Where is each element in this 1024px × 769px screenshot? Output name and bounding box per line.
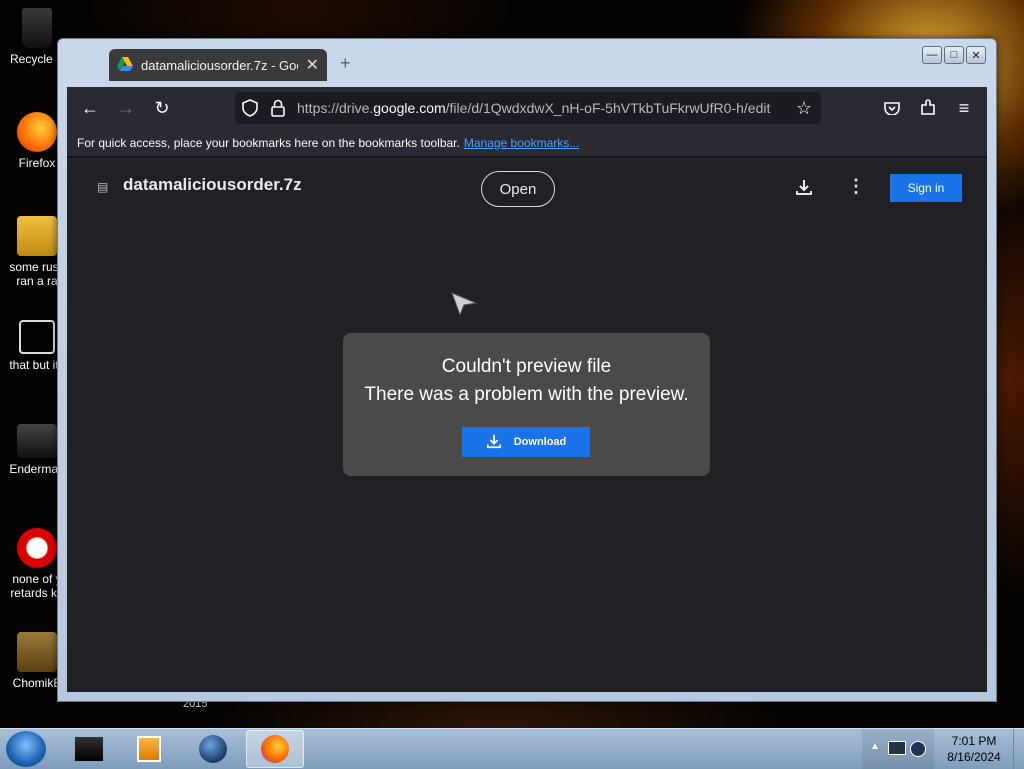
mouse-cursor-icon	[450, 291, 478, 322]
download-button[interactable]: Download	[462, 427, 590, 457]
manage-bookmarks-link[interactable]: Manage bookmarks...	[464, 136, 579, 150]
red-circle-icon	[17, 528, 57, 568]
desktop-icon-label: Firefox	[18, 156, 56, 170]
hamster-icon	[17, 632, 57, 672]
firefox-icon	[17, 112, 57, 152]
file-name: datamaliciousorder.7z	[123, 175, 302, 194]
forward-arrow-icon[interactable]: →	[115, 97, 137, 119]
navigation-toolbar: ← → ↻ https://drive. google.com/file/d/1Q…	[67, 87, 987, 129]
lock-icon[interactable]	[267, 97, 289, 119]
drive-page: ▤ datamaliciousorder.7z Open ⋮ Sign in C…	[67, 158, 987, 692]
sign-in-button[interactable]: Sign in	[890, 174, 962, 202]
bookmark-star-icon[interactable]: ☆	[793, 97, 815, 119]
clock-time: 7:01 PM	[951, 734, 997, 748]
black-box-icon	[75, 737, 103, 761]
program-icon	[17, 424, 57, 458]
window-controls: — □ ✕	[922, 46, 986, 64]
start-button[interactable]	[6, 731, 46, 767]
shield-icon[interactable]	[239, 97, 261, 119]
browser-content: ← → ↻ https://drive. google.com/file/d/1Q…	[67, 87, 987, 692]
media-player-icon	[137, 736, 161, 762]
desktop-icon-label: Recycle B	[9, 52, 65, 66]
open-button[interactable]: Open	[481, 171, 555, 207]
url-bar[interactable]: https://drive. google.com/file/d/1QwdxdwX…	[235, 92, 821, 124]
taskbar-app-1[interactable]	[60, 730, 118, 768]
show-desktop-button[interactable]	[1013, 729, 1024, 769]
download-button-label: Download	[513, 436, 567, 448]
url-path: /file/d/1QwdxdwX_nH-oF-5hVTkbTuFkrwUfR0-…	[445, 100, 771, 116]
clock[interactable]: 7:01 PM 8/16/2024	[934, 733, 1014, 765]
reload-icon[interactable]: ↻	[151, 97, 173, 119]
new-tab-icon[interactable]: +	[340, 53, 351, 74]
volume-icon[interactable]	[910, 741, 926, 757]
minimize-button[interactable]: —	[922, 46, 942, 64]
firefox-icon	[261, 735, 289, 763]
browser-window: datamaliciousorder.7z - Google ✕ + — □ ✕…	[57, 38, 997, 702]
google-drive-icon	[117, 56, 133, 74]
taskbar: ▲ 7:01 PM 8/16/2024	[0, 728, 1024, 769]
close-window-button[interactable]: ✕	[966, 46, 986, 64]
preview-error-message: There was a problem with the preview.	[364, 384, 689, 405]
url-domain: google.com	[373, 100, 446, 116]
show-hidden-icons-icon[interactable]: ▲	[870, 741, 880, 752]
tab-drive-file[interactable]: datamaliciousorder.7z - Google ✕	[109, 49, 327, 81]
taskbar-firefox[interactable]	[246, 730, 304, 768]
file-icon: ▤	[97, 180, 109, 194]
desktop-icon-label: none of y retards kn	[10, 572, 64, 600]
close-tab-icon[interactable]: ✕	[306, 55, 319, 75]
bookmarks-toolbar: For quick access, place your bookmarks h…	[67, 129, 987, 157]
desktop-icon-label: ChomikB	[12, 676, 62, 690]
taskbar-media-player[interactable]	[120, 730, 178, 768]
menu-icon[interactable]: ≡	[953, 97, 975, 119]
download-icon	[486, 433, 502, 452]
bookmarks-hint: For quick access, place your bookmarks h…	[77, 135, 460, 150]
tab-title: datamaliciousorder.7z - Google	[141, 57, 298, 73]
extensions-icon[interactable]	[917, 97, 939, 119]
taskbar-app-3[interactable]	[184, 730, 242, 768]
pocket-icon[interactable]	[881, 97, 903, 119]
network-icon[interactable]	[888, 741, 906, 755]
url-prefix: https://drive.	[297, 100, 374, 116]
stacked-windows-icon	[19, 320, 55, 354]
download-icon[interactable]	[795, 178, 813, 201]
clock-date: 8/16/2024	[947, 750, 1001, 764]
globe-icon	[199, 735, 227, 763]
recycle-bin-icon	[22, 8, 52, 48]
preview-error-title: Couldn't preview file	[441, 356, 612, 377]
maximize-button[interactable]: □	[944, 46, 964, 64]
preview-error-card: Couldn't preview file There was a proble…	[343, 333, 710, 476]
back-arrow-icon[interactable]: ←	[79, 97, 101, 119]
system-tray: ▲	[862, 729, 934, 769]
folder-icon	[17, 216, 57, 256]
more-options-icon[interactable]: ⋮	[847, 176, 865, 197]
